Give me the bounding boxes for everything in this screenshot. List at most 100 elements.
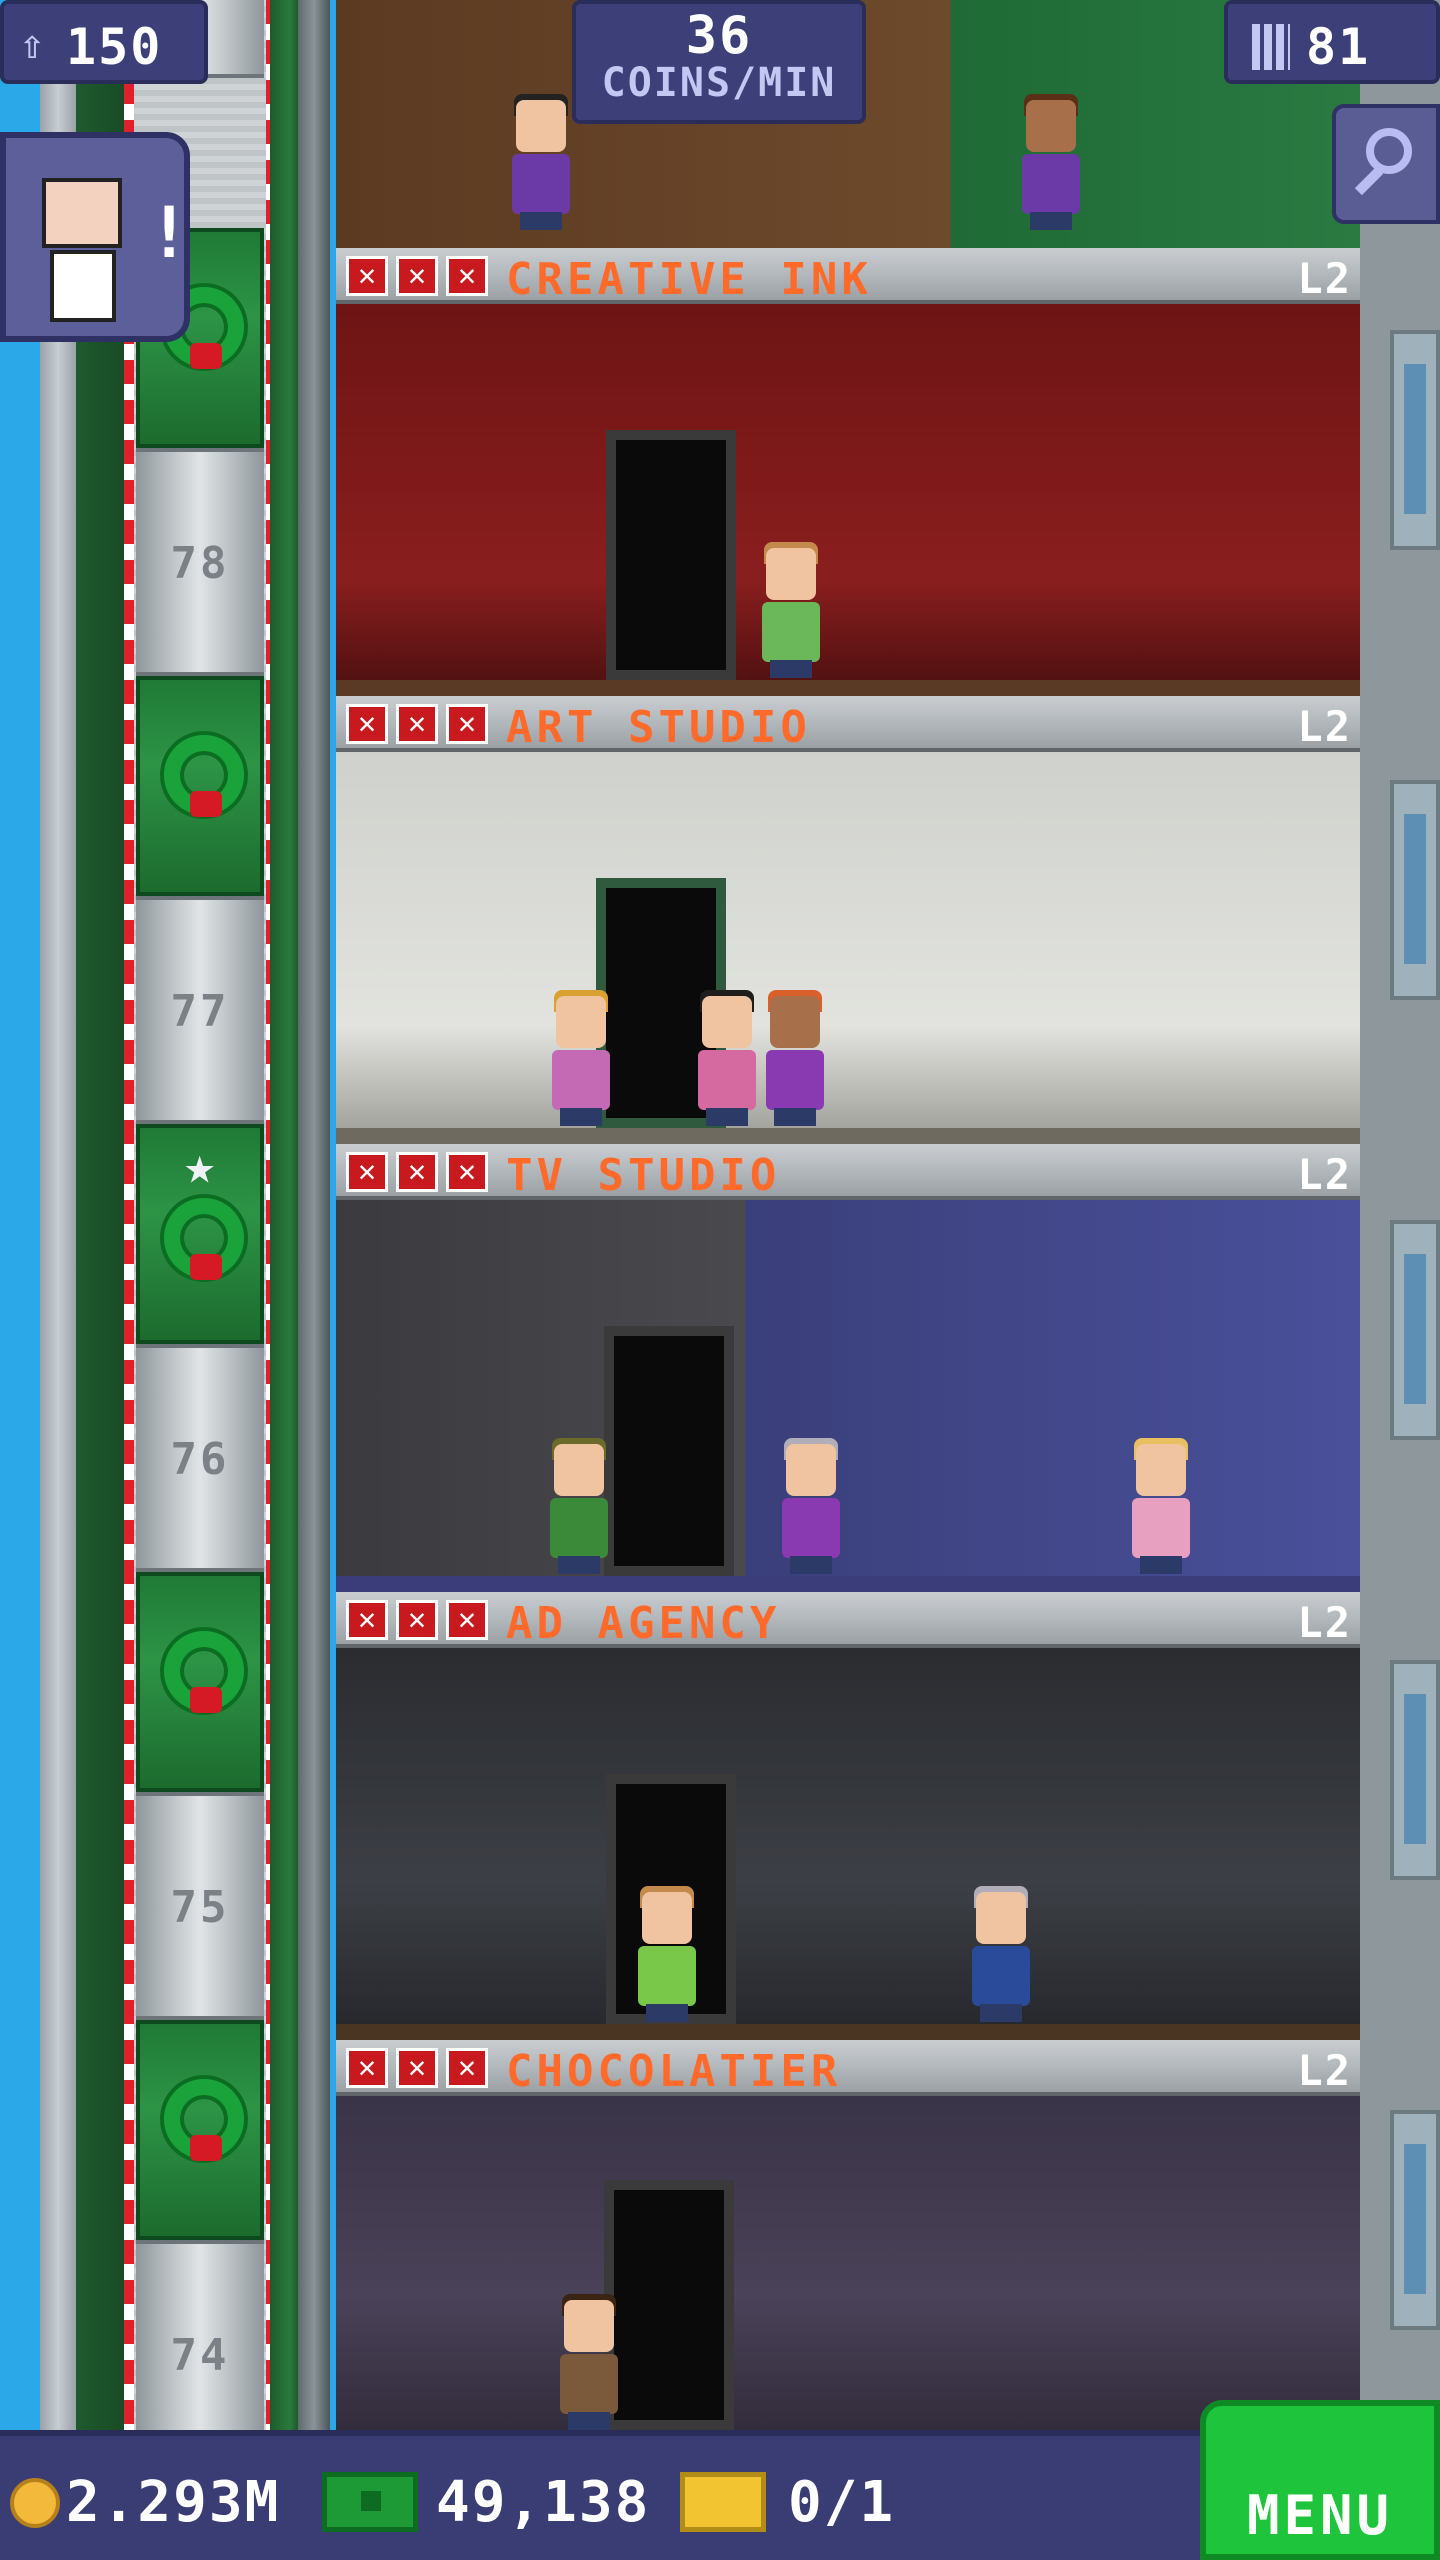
floor-level: L2 — [1297, 702, 1352, 751]
floor-star-rating: ✕ ✕ ✕ — [346, 1152, 488, 1192]
magnifier-icon — [1366, 128, 1412, 174]
window — [1390, 1660, 1440, 1880]
floor-chocolatier[interactable]: ✕ ✕ ✕ CHOCOLATIER L2 — [336, 2040, 1360, 2430]
building-outer-wall — [40, 0, 130, 2430]
floor-star-rating: ✕ ✕ ✕ — [346, 2048, 488, 2088]
shaft-floor-76[interactable]: 76 — [136, 1344, 264, 1572]
shaft-floor-label: 75 — [170, 1882, 230, 1933]
bitizen[interactable] — [632, 1886, 702, 2022]
bitizen-avatar-icon — [42, 178, 122, 248]
bitizen[interactable] — [692, 990, 762, 1126]
empty-star-icon: ✕ — [396, 1600, 438, 1640]
sky-strip — [0, 0, 40, 2430]
empty-star-icon: ✕ — [346, 1600, 388, 1640]
bitizen[interactable] — [1126, 1438, 1196, 1574]
coins-value: 2.293M — [66, 2470, 281, 2535]
floor-interior — [336, 2096, 1360, 2430]
population-counter[interactable]: ⇧ 150 — [0, 0, 208, 84]
shaft-floor-75[interactable]: 75 — [136, 1792, 264, 2020]
elevator-shaft[interactable]: 79 78 77 ★ 76 75 74 — [124, 0, 276, 2468]
magnifier-handle — [1354, 166, 1384, 196]
shaft-floor-label: 78 — [170, 538, 230, 589]
floor-star-rating: ✕ ✕ ✕ — [346, 704, 488, 744]
bitizen[interactable] — [756, 542, 826, 678]
floor-line — [336, 680, 1360, 696]
floor-line — [336, 1576, 1360, 1592]
floor-name: CREATIVE INK — [506, 254, 872, 305]
tickets-value: 0/1 — [788, 2470, 896, 2535]
empty-star-icon: ✕ — [446, 1600, 488, 1640]
menu-button[interactable]: MENU — [1200, 2400, 1440, 2560]
floor-level: L2 — [1297, 2046, 1352, 2095]
floor-name: TV STUDIO — [506, 1150, 781, 1201]
bitizen-notification-button[interactable]: ! — [0, 132, 190, 342]
empty-star-icon: ✕ — [346, 704, 388, 744]
window — [1390, 2110, 1440, 2330]
wreath-icon — [164, 735, 244, 817]
empty-star-icon: ✕ — [396, 256, 438, 296]
bitizen[interactable] — [966, 1886, 1036, 2022]
floor-interior — [336, 1648, 1360, 2040]
empty-star-icon: ✕ — [396, 2048, 438, 2088]
floor-star-rating: ✕ ✕ ✕ — [346, 256, 488, 296]
coins-per-minute: 36 COINS/MIN — [572, 0, 866, 124]
shaft-floor-78[interactable]: 78 — [136, 448, 264, 676]
window — [1390, 780, 1440, 1000]
floor-art-studio[interactable]: ✕ ✕ ✕ ART STUDIO L2 — [336, 696, 1360, 1144]
bitizen[interactable] — [506, 94, 576, 230]
empty-star-icon: ✕ — [346, 1152, 388, 1192]
coins-per-min-value: 36 — [685, 6, 753, 66]
person-up-icon: ⇧ — [20, 22, 47, 68]
floor-name: CHOCOLATIER — [506, 2046, 842, 2097]
coins-per-min-label: COINS/MIN — [601, 60, 837, 106]
bitizen[interactable] — [776, 1438, 846, 1574]
wreath-icon — [164, 1198, 244, 1280]
empty-star-icon: ✕ — [346, 2048, 388, 2088]
population-value: 150 — [66, 18, 163, 76]
shaft-floor-label: 76 — [170, 1434, 230, 1485]
bitizen[interactable] — [1016, 94, 1086, 230]
floor-header[interactable]: ✕ ✕ ✕ AD AGENCY L2 — [336, 1592, 1360, 1649]
bitizen[interactable] — [546, 990, 616, 1126]
floor-counter[interactable]: 81 — [1224, 0, 1440, 84]
tower-bux-icon[interactable] — [322, 2472, 418, 2532]
floor-level: L2 — [1297, 254, 1352, 303]
floor-header[interactable]: ✕ ✕ ✕ TV STUDIO L2 — [336, 1144, 1360, 1201]
candy-cane-rail-left — [124, 0, 134, 2430]
bitizen[interactable] — [554, 2294, 624, 2430]
floor-tv-studio[interactable]: ✕ ✕ ✕ TV STUDIO L2 — [336, 1144, 1360, 1592]
bitizen[interactable] — [760, 990, 830, 1126]
shaft-wreath — [136, 1572, 264, 1792]
shaft-floor-77[interactable]: 77 — [136, 896, 264, 1124]
floor-header[interactable]: ✕ ✕ ✕ CHOCOLATIER L2 — [336, 2040, 1360, 2097]
floor-level: L2 — [1297, 1150, 1352, 1199]
floor-ad-agency[interactable]: ✕ ✕ ✕ AD AGENCY L2 — [336, 1592, 1360, 2040]
vip-ticket-icon[interactable] — [680, 2472, 766, 2532]
window — [1390, 1220, 1440, 1440]
coin-icon — [10, 2478, 60, 2528]
empty-star-icon: ✕ — [446, 256, 488, 296]
star-ornament-icon: ★ — [184, 1136, 216, 1196]
floor-header[interactable]: ✕ ✕ ✕ ART STUDIO L2 — [336, 696, 1360, 753]
window — [1390, 330, 1440, 550]
floor-name: AD AGENCY — [506, 1598, 781, 1649]
bitizen[interactable] — [544, 1438, 614, 1574]
building-icon — [1252, 24, 1290, 70]
shaft-wreath-star: ★ — [136, 1124, 264, 1344]
search-button[interactable] — [1332, 104, 1440, 224]
floor-door — [604, 1326, 734, 1576]
floor-interior — [336, 1200, 1360, 1592]
floor-creative-ink[interactable]: ✕ ✕ ✕ CREATIVE INK L2 — [336, 248, 1360, 696]
wreath-icon — [164, 1631, 244, 1713]
floor-name: ART STUDIO — [506, 702, 811, 753]
floor-header[interactable]: ✕ ✕ ✕ CREATIVE INK L2 — [336, 248, 1360, 305]
floor-level: L2 — [1297, 1598, 1352, 1647]
shaft-floor-label: 74 — [170, 2330, 230, 2381]
shaft-wreath — [136, 676, 264, 896]
floor-interior — [336, 752, 1360, 1144]
floor-door — [606, 430, 736, 680]
floor-star-rating: ✕ ✕ ✕ — [346, 1600, 488, 1640]
building-pillar — [270, 0, 330, 2430]
floor-line — [336, 2024, 1360, 2040]
empty-star-icon: ✕ — [396, 704, 438, 744]
